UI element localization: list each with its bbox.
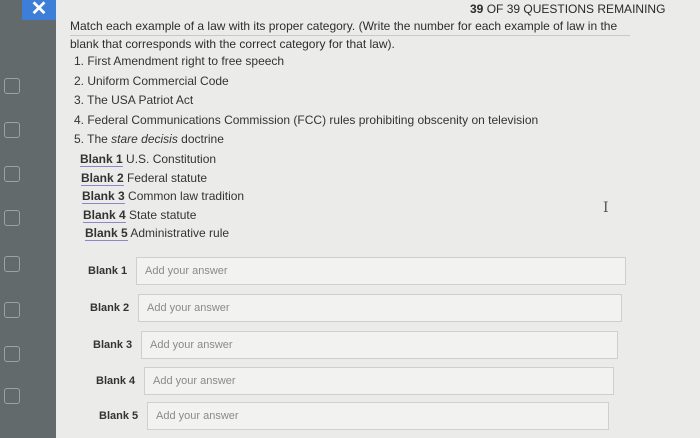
answer-label: Blank 4 <box>96 375 136 387</box>
list-item: 3. The USA Patriot Act <box>74 93 194 108</box>
questions-remaining-counter: 39 OF 39 QUESTIONS REMAINING <box>470 2 665 16</box>
answer-label: Blank 3 <box>93 339 133 351</box>
blank-category: State statute <box>129 207 197 222</box>
item5-prefix: 5. The <box>74 132 112 147</box>
sidebar-icon-7[interactable] <box>4 346 20 362</box>
answer-row-4: Blank 4 <box>96 367 621 397</box>
blank-category-item: Blank 1 U.S. Constitution <box>80 150 244 169</box>
blank-label: Blank 2 <box>81 170 124 186</box>
list-item: 1. First Amendment right to free speech <box>74 54 285 68</box>
close-button[interactable]: ✕ <box>22 0 56 20</box>
answer-box <box>141 331 618 359</box>
answer-box <box>144 367 614 395</box>
answer-box <box>147 402 609 430</box>
question-prompt: Match each example of a law with its pro… <box>70 17 660 53</box>
blank-category-list: Blank 1 U.S. Constitution Blank 2 Federa… <box>80 150 244 243</box>
prompt-line-1: Match each example of a law with its pro… <box>70 19 618 33</box>
list-item: 2. Uniform Commercial Code <box>74 73 229 88</box>
sidebar-icon-4[interactable] <box>4 210 20 226</box>
answer-row-5: Blank 5 <box>99 402 619 432</box>
sidebar-icon-6[interactable] <box>4 302 20 318</box>
answer-label: Blank 2 <box>90 302 130 314</box>
blank-label: Blank 5 <box>85 226 128 242</box>
blank-category-item: Blank 4 State statute <box>83 206 244 225</box>
blank-label: Blank 3 <box>82 189 125 205</box>
prompt-line-2: blank that corresponds with the correct … <box>70 37 395 51</box>
counter-text: OF 39 QUESTIONS REMAINING <box>486 2 666 16</box>
answer-label: Blank 5 <box>99 410 139 422</box>
item5-suffix: doctrine <box>177 132 224 147</box>
answer-row-1: Blank 1 <box>88 257 628 287</box>
sidebar-icon-1[interactable] <box>4 78 20 94</box>
text-cursor-icon: I <box>603 200 609 216</box>
blank-category: Administrative rule <box>130 226 230 241</box>
blank-category-item: Blank 3 Common law tradition <box>82 187 244 206</box>
blank-5-input[interactable] <box>148 403 608 429</box>
blank-category-item: Blank 5 Administrative rule <box>85 224 244 243</box>
sidebar-icon-2[interactable] <box>4 122 20 138</box>
list-item: 4. Federal Communications Commission (FC… <box>74 112 539 127</box>
divider <box>70 35 630 36</box>
answer-box <box>138 294 622 322</box>
example-list: 1. First Amendment right to free speech … <box>74 52 538 150</box>
blank-category: U.S. Constitution <box>126 152 217 166</box>
answer-label: Blank 1 <box>88 265 128 277</box>
blank-category: Federal statute <box>127 170 208 185</box>
sidebar-icon-5[interactable] <box>4 256 20 272</box>
list-item: 5. The stare decisis doctrine <box>74 130 538 150</box>
left-sidebar <box>0 0 56 438</box>
blank-category-item: Blank 2 Federal statute <box>81 169 244 188</box>
blank-1-input[interactable] <box>137 258 625 284</box>
item5-italic: stare decisis <box>111 132 178 147</box>
blank-4-input[interactable] <box>145 368 613 394</box>
blank-label: Blank 1 <box>80 152 123 167</box>
blank-category: Common law tradition <box>128 189 245 204</box>
answer-row-2: Blank 2 <box>90 294 630 324</box>
answer-row-3: Blank 3 <box>93 331 623 361</box>
sidebar-icon-8[interactable] <box>4 388 20 404</box>
blank-label: Blank 4 <box>83 207 126 223</box>
blank-2-input[interactable] <box>139 295 621 321</box>
sidebar-icon-3[interactable] <box>4 166 20 182</box>
counter-count: 39 <box>470 2 484 16</box>
answer-box <box>136 257 626 285</box>
blank-3-input[interactable] <box>142 332 617 358</box>
